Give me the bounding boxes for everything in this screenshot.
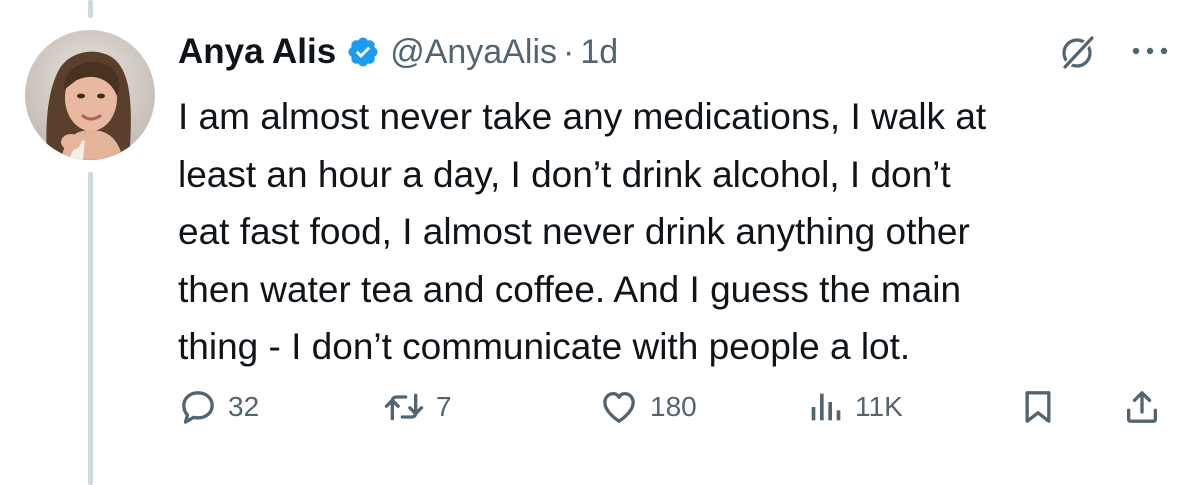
- author-handle[interactable]: @AnyaAlis: [390, 33, 557, 72]
- reply-icon: [182, 391, 214, 424]
- tweet-text-line: thing - I don’t communicate with people …: [178, 326, 911, 367]
- verified-badge-icon: [348, 37, 378, 67]
- action-bar: 32 7 180 11K: [0, 385, 1200, 429]
- grok-icon[interactable]: [1058, 32, 1098, 72]
- timestamp[interactable]: 1d: [580, 33, 618, 72]
- reply-button[interactable]: 32: [178, 385, 259, 429]
- thread-line-top: [88, 0, 93, 18]
- views-button[interactable]: 11K: [805, 385, 903, 429]
- views-count: 11K: [855, 391, 903, 422]
- like-count: 180: [650, 391, 697, 422]
- separator-dot: ·: [563, 32, 575, 71]
- avatar[interactable]: [25, 30, 155, 160]
- tweet-text-line: eat fast food, I almost never drink anyt…: [178, 211, 970, 252]
- heart-icon: [603, 392, 635, 423]
- tweet-header: Anya Alis @AnyaAlis · 1d: [178, 30, 618, 74]
- tweet-text-line: least an hour a day, I don’t drink alcoh…: [178, 153, 951, 195]
- tweet-text: I am almost never take any medications, …: [178, 88, 1178, 376]
- repost-button[interactable]: 7: [382, 385, 452, 429]
- like-button[interactable]: 180: [598, 385, 697, 429]
- author-name[interactable]: Anya Alis: [178, 32, 336, 72]
- repost-icon: [384, 393, 424, 421]
- share-icon: [1127, 391, 1157, 423]
- reply-count: 32: [228, 391, 260, 422]
- views-icon: [811, 393, 841, 421]
- repost-count: 7: [436, 391, 452, 422]
- tweet-text-line: I am almost never take any medications, …: [178, 96, 987, 137]
- more-icon[interactable]: [1130, 41, 1170, 61]
- bookmark-icon: [1025, 391, 1051, 423]
- tweet-text-line: then water tea and coffee. And I guess t…: [178, 268, 962, 310]
- bookmark-button[interactable]: [1018, 385, 1058, 429]
- share-button[interactable]: [1122, 385, 1162, 429]
- thread-line-bottom: [88, 172, 93, 485]
